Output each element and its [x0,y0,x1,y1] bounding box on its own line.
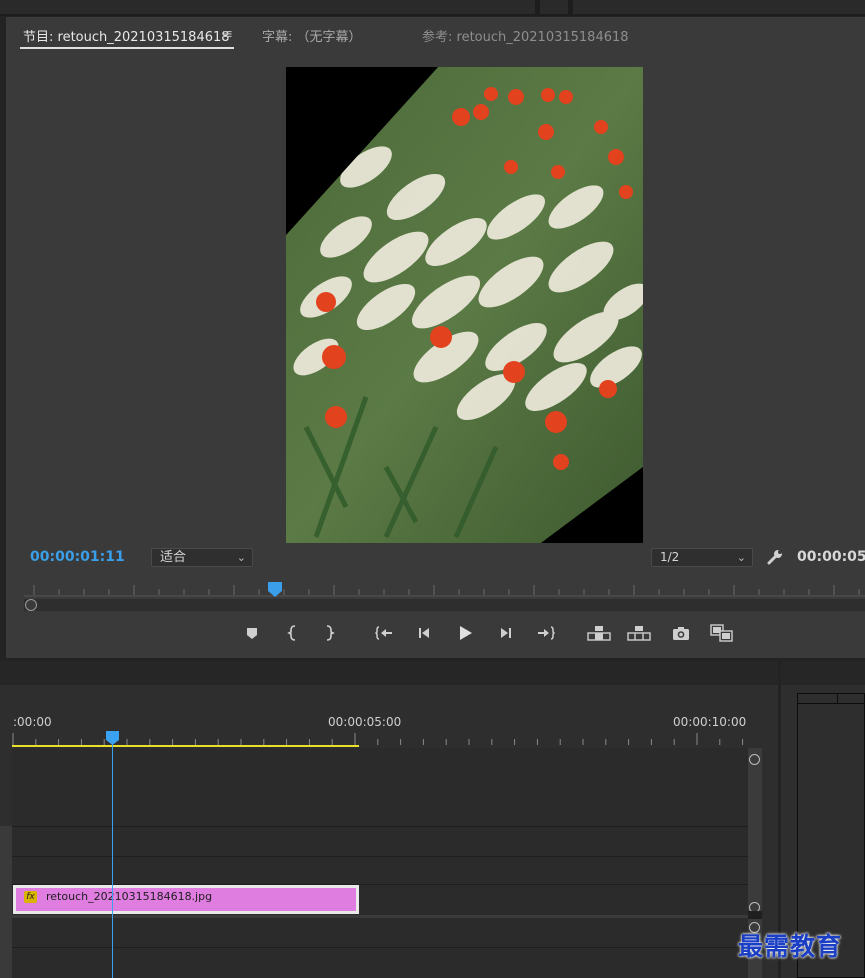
monitor-zoom-scrollbar[interactable] [24,599,865,611]
mark-in-icon[interactable] [283,624,303,642]
ruler-label: 00:00:05:00 [328,715,402,729]
track-divider [12,915,748,918]
zoom-fit-dropdown[interactable]: 适合 ⌄ [151,548,253,567]
go-to-out-icon[interactable] [536,624,556,642]
top-panel-segment [0,0,535,14]
audio-meter-divider [797,703,865,704]
track-header-gutter [0,826,12,978]
scroll-handle[interactable] [25,599,37,611]
timeline-panel: :00:00 00:00:05:00 00:00:10:00 fx retouc… [0,661,778,978]
chevron-down-icon: ⌄ [236,551,246,564]
extract-icon[interactable] [627,624,651,642]
program-monitor-panel: 节目: retouch_20210315184618 ≡ 字幕: （无字幕） 参… [6,17,865,658]
clip-name: retouch_20210315184618.jpg [46,890,213,903]
mark-out-icon[interactable] [319,624,339,642]
top-strip [0,0,865,16]
tab-captions[interactable]: 字幕: （无字幕） [262,26,362,45]
active-tab-indicator [20,47,234,49]
ruler-label: :00:00 [13,715,52,729]
play-icon[interactable] [455,624,475,642]
monitor-playhead[interactable] [268,582,282,597]
tab-program[interactable]: 节目: retouch_20210315184618 [23,26,230,45]
panel-menu-icon[interactable]: ≡ [222,27,233,42]
go-to-in-icon[interactable] [374,624,394,642]
video-clip[interactable]: fx retouch_20210315184618.jpg [13,885,359,914]
wrench-icon[interactable] [766,548,784,566]
fx-badge: fx [24,891,37,903]
marker-icon[interactable] [242,624,262,642]
audio-meter-divider [837,693,838,704]
step-back-icon[interactable] [414,624,434,642]
lift-icon[interactable] [587,624,611,642]
tab-reference[interactable]: 参考: retouch_20210315184618 [422,26,629,45]
watermark-logo: 最需教育 [738,932,843,961]
camera-icon[interactable] [671,624,691,642]
resolution-value: 1/2 [660,550,680,564]
zoom-fit-value: 适合 [160,550,187,565]
rotated-flower-image [286,67,643,543]
scroll-handle[interactable] [749,754,760,765]
duration-timecode: 00:00:05 [797,549,865,565]
work-area-bar[interactable] [12,745,359,747]
timeline-playhead[interactable] [106,731,119,745]
top-panel-segment [573,0,865,14]
scrollbar-gap [748,911,762,919]
timeline-header [0,661,778,685]
playback-resolution-dropdown[interactable]: 1/2 ⌄ [651,548,753,567]
track-divider [12,947,748,948]
timeline-tracks[interactable] [12,748,748,978]
timeline-playhead-line[interactable] [112,739,113,978]
top-panel-segment [540,0,568,14]
compare-icon[interactable] [710,624,734,642]
clip-body[interactable]: fx retouch_20210315184618.jpg [16,888,356,911]
monitor-time-ruler[interactable] [24,583,865,597]
track-divider [12,826,748,827]
video-preview [286,67,643,543]
audio-meter-header [781,661,865,685]
current-timecode[interactable]: 00:00:01:11 [30,549,125,565]
track-divider [12,856,748,857]
chevron-down-icon: ⌄ [736,551,746,564]
ruler-label: 00:00:10:00 [673,715,747,729]
step-forward-icon[interactable] [496,624,516,642]
